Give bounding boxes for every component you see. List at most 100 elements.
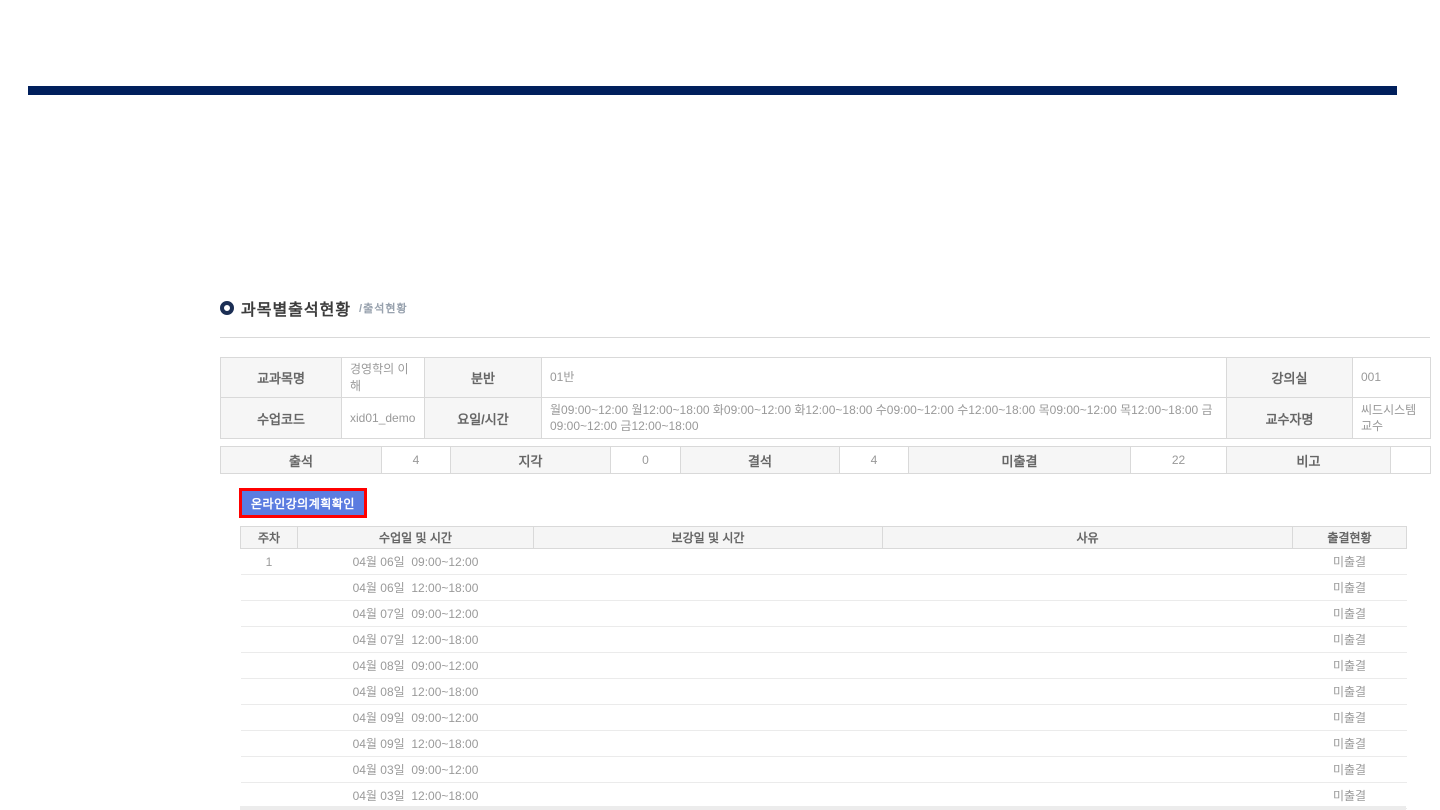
week-cell — [241, 627, 298, 653]
reason-cell — [883, 705, 1293, 731]
next-row-partial — [240, 806, 1406, 810]
schedule-label: 요일/시간 — [425, 398, 542, 439]
course-info-table: 교과목명 경영학의 이해 분반 01반 강의실 001 수업코드 xid01_d… — [220, 357, 1431, 439]
week-cell: 1 — [241, 549, 298, 575]
table-row: 04월 03일 12:00~18:00 미출결 — [241, 783, 1407, 809]
top-navy-bar — [28, 86, 1397, 95]
attendance-table-header-row: 주차 수업일 및 시간 보강일 및 시간 사유 출결현황 — [241, 527, 1407, 549]
attendance-status-cell: 미출결 — [1293, 549, 1407, 575]
class-datetime-cell: 04월 08일 12:00~18:00 — [298, 679, 534, 705]
attendance-status-cell: 미출결 — [1293, 679, 1407, 705]
class-datetime-cell: 04월 03일 12:00~18:00 — [298, 783, 534, 809]
class-datetime-cell: 04월 03일 09:00~12:00 — [298, 757, 534, 783]
class-datetime-cell: 04월 08일 09:00~12:00 — [298, 653, 534, 679]
makeup-datetime-cell — [534, 575, 883, 601]
table-row: 04월 07일 12:00~18:00 미출결 — [241, 627, 1407, 653]
code-label: 수업코드 — [221, 398, 342, 439]
reason-cell — [883, 627, 1293, 653]
attendance-status-cell: 미출결 — [1293, 757, 1407, 783]
note-value — [1391, 447, 1431, 474]
attendance-status-cell: 미출결 — [1293, 575, 1407, 601]
col-header-reason: 사유 — [883, 527, 1293, 549]
reason-cell — [883, 575, 1293, 601]
attendance-status-cell: 미출결 — [1293, 653, 1407, 679]
absence-count-label: 결석 — [681, 447, 840, 474]
attendance-table: 주차 수업일 및 시간 보강일 및 시간 사유 출결현황 1 04월 06일 0… — [240, 526, 1407, 809]
attendance-status-cell: 미출결 — [1293, 627, 1407, 653]
page-title: 과목별출석현황 — [241, 296, 351, 320]
table-row: 04월 08일 12:00~18:00 미출결 — [241, 679, 1407, 705]
reason-cell — [883, 757, 1293, 783]
makeup-datetime-cell — [534, 783, 883, 809]
section-value: 01반 — [542, 358, 1227, 398]
class-datetime-cell: 04월 07일 09:00~12:00 — [298, 601, 534, 627]
attendance-count-label: 출석 — [221, 447, 382, 474]
makeup-datetime-cell — [534, 601, 883, 627]
col-header-class-datetime: 수업일 및 시간 — [298, 527, 534, 549]
attendance-status-cell: 미출결 — [1293, 783, 1407, 809]
page-title-row: 과목별출석현황 /출석현황 — [220, 296, 408, 320]
tardy-count-value: 0 — [611, 447, 681, 474]
table-row: 1 04월 06일 09:00~12:00 미출결 — [241, 549, 1407, 575]
week-cell — [241, 757, 298, 783]
week-cell — [241, 783, 298, 809]
online-lecture-plan-button[interactable]: 온라인강의계획확인 — [239, 488, 367, 518]
page-subtitle: /출석현황 — [359, 300, 408, 316]
table-row: 04월 09일 12:00~18:00 미출결 — [241, 731, 1407, 757]
attendance-status-cell: 미출결 — [1293, 601, 1407, 627]
table-row: 04월 03일 09:00~12:00 미출결 — [241, 757, 1407, 783]
attendance-page: { "colors": { "top_bar": "#001f5c", "but… — [0, 0, 1440, 810]
title-bullet-icon — [220, 301, 234, 315]
week-cell — [241, 575, 298, 601]
class-datetime-cell: 04월 06일 09:00~12:00 — [298, 549, 534, 575]
class-datetime-cell: 04월 09일 09:00~12:00 — [298, 705, 534, 731]
schedule-value: 월09:00~12:00 월12:00~18:00 화09:00~12:00 화… — [542, 398, 1227, 439]
reason-cell — [883, 783, 1293, 809]
reason-cell — [883, 679, 1293, 705]
attendance-table-body: 1 04월 06일 09:00~12:00 미출결 04월 06일 12:00~… — [241, 549, 1407, 809]
col-header-makeup-datetime: 보강일 및 시간 — [534, 527, 883, 549]
professor-label: 교수자명 — [1227, 398, 1353, 439]
makeup-datetime-cell — [534, 705, 883, 731]
section-label: 분반 — [425, 358, 542, 398]
room-value: 001 — [1353, 358, 1431, 398]
reason-cell — [883, 601, 1293, 627]
class-datetime-cell: 04월 07일 12:00~18:00 — [298, 627, 534, 653]
attendance-status-cell: 미출결 — [1293, 705, 1407, 731]
code-value: xid01_demo — [342, 398, 425, 439]
makeup-datetime-cell — [534, 653, 883, 679]
attendance-status-cell: 미출결 — [1293, 731, 1407, 757]
class-datetime-cell: 04월 09일 12:00~18:00 — [298, 731, 534, 757]
reason-cell — [883, 731, 1293, 757]
table-row: 04월 07일 09:00~12:00 미출결 — [241, 601, 1407, 627]
reason-cell — [883, 653, 1293, 679]
unprocessed-count-value: 22 — [1131, 447, 1227, 474]
title-divider — [220, 337, 1430, 338]
attendance-count-value: 4 — [382, 447, 451, 474]
tardy-count-label: 지각 — [451, 447, 611, 474]
professor-value: 씨드시스템 교수 — [1353, 398, 1431, 439]
week-cell — [241, 679, 298, 705]
class-datetime-cell: 04월 06일 12:00~18:00 — [298, 575, 534, 601]
table-row: 04월 08일 09:00~12:00 미출결 — [241, 653, 1407, 679]
subject-label: 교과목명 — [221, 358, 342, 398]
week-cell — [241, 705, 298, 731]
makeup-datetime-cell — [534, 731, 883, 757]
makeup-datetime-cell — [534, 549, 883, 575]
absence-count-value: 4 — [840, 447, 909, 474]
table-row: 04월 09일 09:00~12:00 미출결 — [241, 705, 1407, 731]
makeup-datetime-cell — [534, 627, 883, 653]
attendance-summary-table: 출석 4 지각 0 결석 4 미출결 22 비고 — [220, 446, 1431, 474]
table-row: 04월 06일 12:00~18:00 미출결 — [241, 575, 1407, 601]
unprocessed-count-label: 미출결 — [909, 447, 1131, 474]
note-label: 비고 — [1227, 447, 1391, 474]
room-label: 강의실 — [1227, 358, 1353, 398]
subject-value: 경영학의 이해 — [342, 358, 425, 398]
week-cell — [241, 601, 298, 627]
week-cell — [241, 731, 298, 757]
week-cell — [241, 653, 298, 679]
reason-cell — [883, 549, 1293, 575]
col-header-status: 출결현황 — [1293, 527, 1407, 549]
makeup-datetime-cell — [534, 679, 883, 705]
makeup-datetime-cell — [534, 757, 883, 783]
